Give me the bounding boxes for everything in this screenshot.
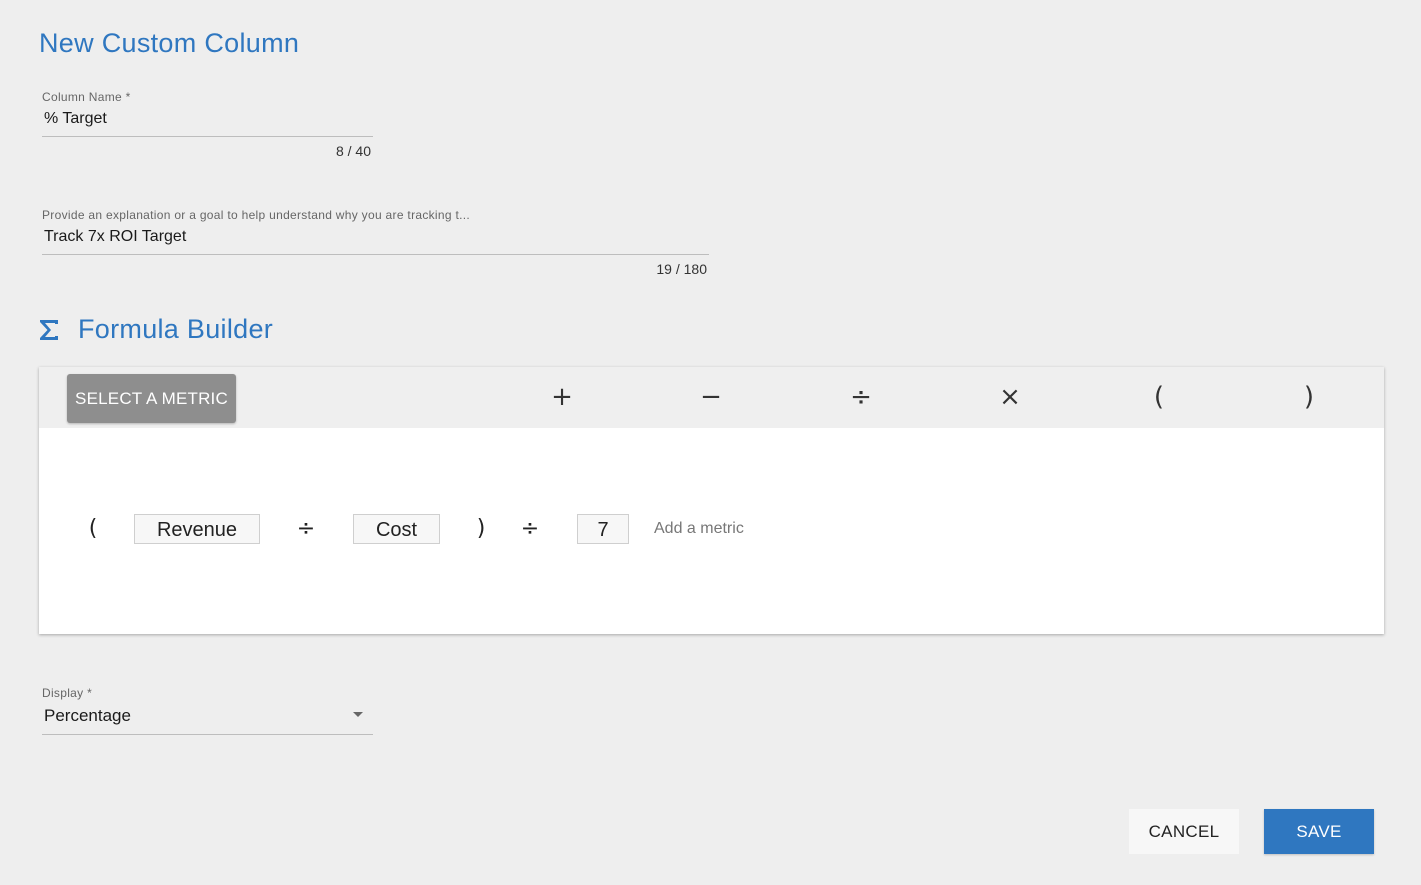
formula-builder-panel: SELECT A METRIC + − ÷ × ( ) ( Revenue ÷ … — [39, 367, 1384, 634]
sigma-icon — [39, 319, 59, 341]
page-title: New Custom Column — [39, 28, 300, 58]
column-name-field: Column Name * % Target 8 / 40 — [42, 90, 373, 159]
formula-token-close-paren[interactable]: ) — [473, 514, 489, 544]
explanation-input[interactable]: Track 7x ROI Target — [42, 228, 709, 255]
formula-token-divide[interactable]: ÷ — [296, 514, 316, 544]
open-paren-button[interactable]: ( — [1139, 377, 1179, 417]
chevron-down-icon — [353, 712, 363, 717]
formula-token-number[interactable]: 7 — [577, 514, 629, 544]
display-selected-value: Percentage — [44, 706, 131, 725]
formula-token-cost[interactable]: Cost — [353, 514, 440, 544]
display-select[interactable]: Percentage — [42, 706, 373, 735]
formula-toolbar: SELECT A METRIC + − ÷ × ( ) — [39, 367, 1384, 428]
formula-token-open-paren[interactable]: ( — [85, 514, 101, 544]
display-label: Display * — [42, 686, 93, 700]
formula-builder-header: Formula Builder — [39, 314, 273, 345]
divide-operator-button[interactable]: ÷ — [841, 377, 881, 417]
save-button[interactable]: SAVE — [1264, 809, 1374, 854]
formula-builder-title: Formula Builder — [78, 314, 274, 344]
column-name-label: Column Name * — [42, 90, 131, 104]
display-field: Display * Percentage — [42, 686, 373, 735]
column-name-input[interactable]: % Target — [42, 110, 373, 137]
close-paren-button[interactable]: ) — [1289, 377, 1329, 417]
formula-token-revenue[interactable]: Revenue — [134, 514, 260, 544]
minus-operator-button[interactable]: − — [691, 377, 731, 417]
custom-column-dialog: New Custom Column Column Name * % Target… — [0, 0, 1421, 885]
explanation-label: Provide an explanation or a goal to help… — [42, 208, 471, 222]
explanation-counter: 19 / 180 — [656, 261, 707, 277]
column-name-counter: 8 / 40 — [335, 143, 371, 159]
plus-operator-button[interactable]: + — [542, 377, 582, 417]
add-metric-input[interactable]: Add a metric — [654, 514, 744, 544]
formula-expression[interactable]: ( Revenue ÷ Cost ) ÷ 7 Add a metric — [39, 428, 1384, 634]
multiply-operator-button[interactable]: × — [990, 377, 1030, 417]
cancel-button[interactable]: CANCEL — [1129, 809, 1239, 854]
explanation-field: Provide an explanation or a goal to help… — [42, 208, 709, 277]
select-metric-button[interactable]: SELECT A METRIC — [67, 374, 236, 423]
formula-token-divide[interactable]: ÷ — [520, 514, 540, 544]
